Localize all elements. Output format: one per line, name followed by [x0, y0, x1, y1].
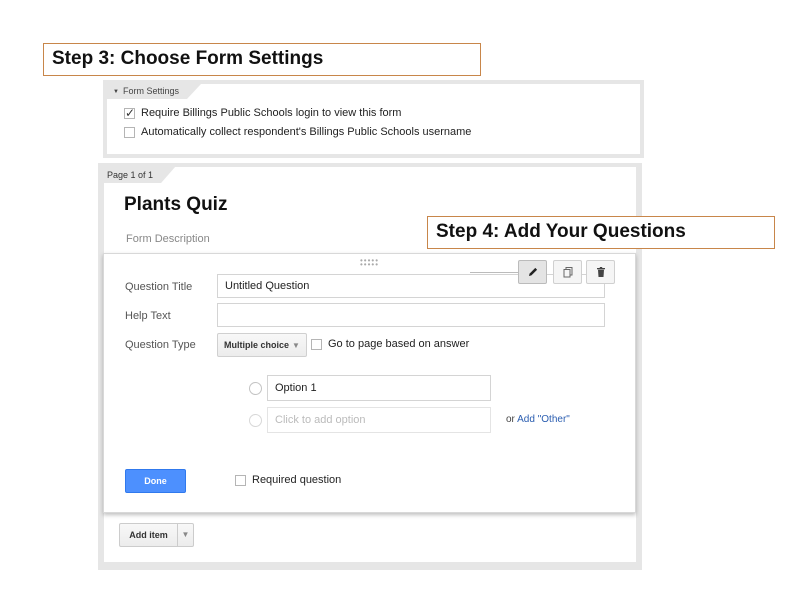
add-other-row: or Add "Other": [506, 414, 570, 425]
help-text-input[interactable]: [217, 303, 605, 327]
help-text-label: Help Text: [125, 310, 171, 322]
add-other-prefix: or: [506, 414, 515, 425]
dropdown-caret-icon: ▼: [292, 341, 300, 350]
form-title[interactable]: Plants Quiz: [124, 194, 227, 216]
form-description[interactable]: Form Description: [126, 233, 210, 245]
question-type-select[interactable]: Multiple choice ▼: [217, 333, 307, 357]
page-indicator: Page 1 of 1: [104, 167, 175, 183]
add-item-label[interactable]: Add item: [120, 524, 178, 546]
require-login-checkbox[interactable]: ✓: [124, 107, 135, 119]
goto-page-row[interactable]: Go to page based on answer: [311, 338, 469, 350]
duplicate-question-button[interactable]: [553, 260, 582, 284]
add-other-link[interactable]: Add "Other": [517, 414, 570, 425]
step-3-label: Step 3: Choose Form Settings: [43, 43, 481, 76]
collect-username-row[interactable]: Automatically collect respondent's Billi…: [124, 125, 471, 139]
collect-username-checkbox[interactable]: [124, 126, 135, 138]
question-editor-card[interactable]: ••••• ••••• Question Title Untitled Quest…: [103, 253, 636, 513]
option-1-radio-icon: [249, 382, 262, 395]
form-settings-panel: ▼ Form Settings ✓ Require Billings Public…: [107, 84, 640, 154]
done-button[interactable]: Done: [125, 469, 186, 493]
question-type-value: Multiple choice: [224, 340, 290, 350]
option-1-input[interactable]: Option 1: [267, 375, 491, 401]
pencil-icon: [528, 267, 537, 276]
trash-icon: [596, 267, 605, 277]
require-login-label: Require Billings Public Schools login to…: [141, 106, 402, 119]
required-question-label: Required question: [252, 474, 342, 486]
add-option-radio-icon: [249, 414, 262, 427]
goto-page-label: Go to page based on answer: [328, 338, 470, 350]
question-title-label: Question Title: [125, 281, 193, 293]
add-item-button[interactable]: Add item ▼: [119, 523, 194, 547]
required-question-row[interactable]: Required question: [235, 474, 341, 486]
collapse-triangle-icon[interactable]: ▼: [113, 89, 119, 95]
add-option-input[interactable]: Click to add option: [267, 407, 491, 433]
required-question-checkbox[interactable]: [235, 474, 246, 486]
drag-handle-icon[interactable]: ••••• •••••: [360, 257, 379, 269]
duplicate-icon: [563, 267, 572, 278]
collect-username-label: Automatically collect respondent's Billi…: [141, 125, 472, 138]
goto-page-checkbox[interactable]: [311, 338, 322, 350]
toolbar-connector-line: [470, 272, 518, 273]
delete-question-button[interactable]: [586, 260, 615, 284]
edit-question-button[interactable]: [518, 260, 547, 284]
require-login-row[interactable]: ✓ Require Billings Public Schools login …: [124, 106, 401, 120]
question-type-label: Question Type: [125, 339, 196, 351]
step-4-label: Step 4: Add Your Questions: [427, 216, 775, 249]
form-settings-tab-label: Form Settings: [122, 86, 179, 96]
form-settings-tab[interactable]: ▼ Form Settings: [107, 84, 201, 99]
add-item-dropdown-icon[interactable]: ▼: [178, 524, 193, 546]
